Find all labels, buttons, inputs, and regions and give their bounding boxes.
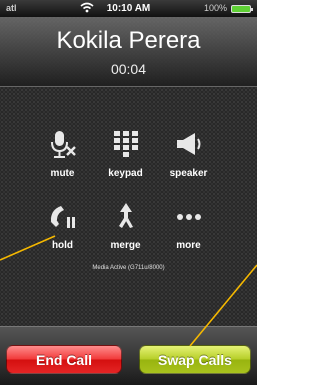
- speaker-icon: [173, 128, 205, 160]
- microphone-muted-icon: [47, 128, 79, 160]
- call-controls: mute keypad speaker hold merge more: [31, 120, 221, 278]
- merge-arrows-icon: [110, 200, 142, 232]
- call-duration: 00:04: [110, 61, 147, 77]
- mute-label: mute: [50, 168, 75, 179]
- keypad-icon: [110, 128, 142, 160]
- swap-calls-button[interactable]: Swap Calls: [139, 345, 251, 374]
- call-header: Kokila Perera 00:04: [0, 17, 257, 87]
- media-status: Media Active (G711u/8000): [92, 265, 165, 271]
- keypad-button[interactable]: keypad: [94, 120, 157, 192]
- battery-percent: 100%: [203, 3, 227, 13]
- call-screen: atl 10:10 AM 100% Kokila Perera 00:04 mu…: [0, 0, 257, 385]
- more-button[interactable]: more: [157, 192, 220, 264]
- action-bar: End Call Swap Calls: [0, 326, 257, 385]
- speaker-button[interactable]: speaker: [157, 120, 220, 192]
- caller-name: Kokila Perera: [56, 27, 201, 54]
- mute-button[interactable]: mute: [31, 120, 94, 192]
- battery-icon: [231, 5, 253, 13]
- speaker-label: speaker: [169, 168, 208, 179]
- hold-button[interactable]: hold: [31, 192, 94, 264]
- merge-button[interactable]: merge: [94, 192, 157, 264]
- more-dots-icon: [173, 200, 205, 232]
- hold-label: hold: [51, 240, 74, 251]
- status-bar: atl 10:10 AM 100%: [0, 0, 257, 17]
- hold-handset-icon: [47, 200, 79, 232]
- end-call-button[interactable]: End Call: [6, 345, 122, 374]
- merge-label: merge: [110, 240, 141, 251]
- more-label: more: [176, 240, 201, 251]
- keypad-label: keypad: [108, 168, 143, 179]
